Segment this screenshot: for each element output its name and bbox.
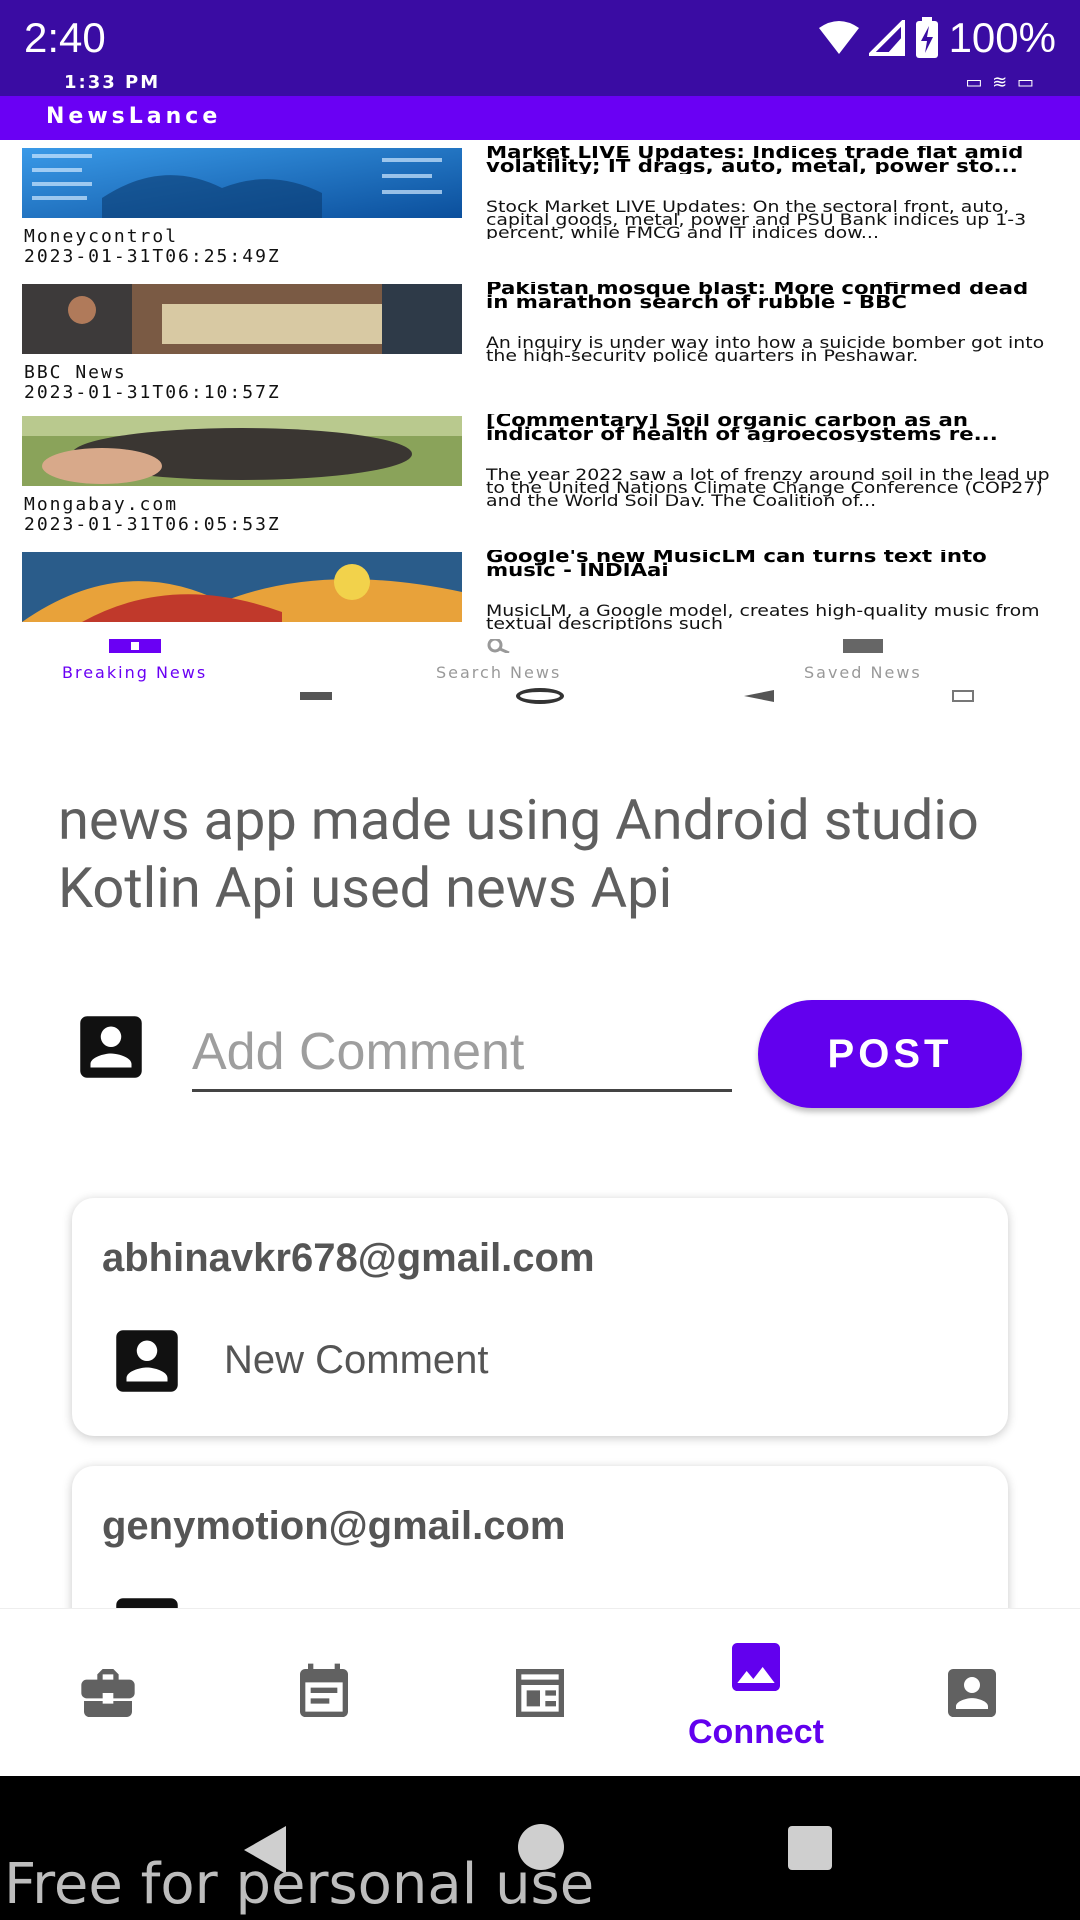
article-description: MusicLM, a Google model, creates high-qu…: [486, 604, 1040, 630]
dashboard-icon: [516, 1669, 564, 1717]
screenshot-system-nav: [0, 688, 1080, 710]
article-description: Stock Market LIVE Updates: On the sector…: [486, 200, 1027, 239]
screenshot-status-icons: ▭ ≋ ▭: [965, 72, 1036, 93]
comment-input-row: POST: [0, 1000, 1080, 1112]
article-thumbnail: [22, 148, 462, 218]
comment-text: New Comment: [224, 1338, 489, 1382]
article-thumbnail: [22, 416, 462, 486]
article-source: Moneycontrol: [24, 226, 179, 247]
comment-author-email: abhinavkr678@gmail.com: [102, 1236, 595, 1280]
nav-item-profile[interactable]: [864, 1609, 1080, 1777]
bookmark-icon: [842, 639, 883, 653]
article-headline: Pakistan mosque blast: More confirmed de…: [486, 282, 1029, 310]
post-button[interactable]: POST: [758, 1000, 1022, 1108]
news-app-screenshot: 1:33 PM ▭ ≋ ▭ NewsLance Market LIVE Upda…: [0, 70, 1080, 710]
article-headline: [Commentary] Soil organic carbon as an i…: [486, 414, 998, 442]
calendar-icon: [300, 1663, 348, 1717]
article-thumbnail: [22, 284, 462, 354]
screenshot-status-time: 1:33 PM: [64, 72, 161, 93]
newspaper-icon: [108, 639, 161, 653]
article-thumbnail: [22, 552, 462, 622]
article-item: Pakistan mosque blast: More confirmed de…: [0, 282, 1080, 414]
screenshot-bottom-tabs: Breaking News Search News Saved News: [0, 637, 1080, 710]
account-box-icon: [80, 1016, 142, 1078]
screenshot-status-bar: 1:33 PM ▭ ≋ ▭: [0, 70, 1080, 96]
status-time: 2:40: [24, 14, 106, 61]
watermark: Free for personal use: [4, 1852, 595, 1917]
screenshot-app-title: NewsLance: [46, 104, 222, 129]
comment-input[interactable]: [192, 1014, 732, 1092]
article-item: Market LIVE Updates: Indices trade flat …: [0, 146, 1080, 278]
nav-item-calendar[interactable]: [216, 1609, 432, 1777]
article-date: 2023-01-31T06:25:49Z: [24, 246, 281, 267]
screenshot-tab-search-news: Search News: [436, 637, 561, 682]
battery-level: 100%: [948, 14, 1056, 61]
account-box-icon: [948, 1669, 996, 1717]
article-item: [Commentary] Soil organic carbon as an i…: [0, 414, 1080, 546]
nav-item-label: Connect: [688, 1713, 824, 1751]
article-date: 2023-01-31T06:10:57Z: [24, 382, 281, 403]
status-icons: 100%: [818, 14, 1056, 62]
battery-charging-icon: [915, 17, 938, 58]
account-box-icon: [116, 1330, 178, 1392]
article-description: The year 2022 saw a lot of frenzy around…: [486, 468, 1050, 507]
search-icon: [487, 637, 510, 655]
article-description: An inquiry is under way into how a suici…: [486, 336, 1045, 362]
nav-item-connect[interactable]: Connect: [648, 1609, 864, 1777]
nav-item-briefcase[interactable]: [0, 1609, 216, 1777]
article-date: 2023-01-31T06:05:53Z: [24, 514, 281, 535]
briefcase-icon: [81, 1669, 135, 1717]
nav-item-dashboard[interactable]: [432, 1609, 648, 1777]
bottom-navigation: Connect: [0, 1608, 1080, 1776]
article-source: Mongabay.com: [24, 494, 179, 515]
image-icon: [732, 1643, 780, 1691]
project-description: news app made using Android studio Kotli…: [58, 787, 979, 921]
article-headline: Market LIVE Updates: Indices trade flat …: [486, 146, 1024, 174]
comment-author-email: genymotion@gmail.com: [102, 1504, 566, 1548]
signal-icon: [868, 20, 905, 56]
comment-card: abhinavkr678@gmail.com New Comment: [72, 1198, 1008, 1436]
screenshot-tab-breaking-news: Breaking News: [62, 638, 207, 682]
article-headline: Google's new MusicLM can turns text into…: [486, 550, 987, 578]
recent-apps-icon[interactable]: [788, 1826, 832, 1870]
screenshot-tab-saved-news: Saved News: [804, 638, 922, 682]
article-source: BBC News: [24, 362, 127, 383]
wifi-icon: [818, 21, 859, 54]
screenshot-app-bar: NewsLance: [0, 96, 1080, 140]
